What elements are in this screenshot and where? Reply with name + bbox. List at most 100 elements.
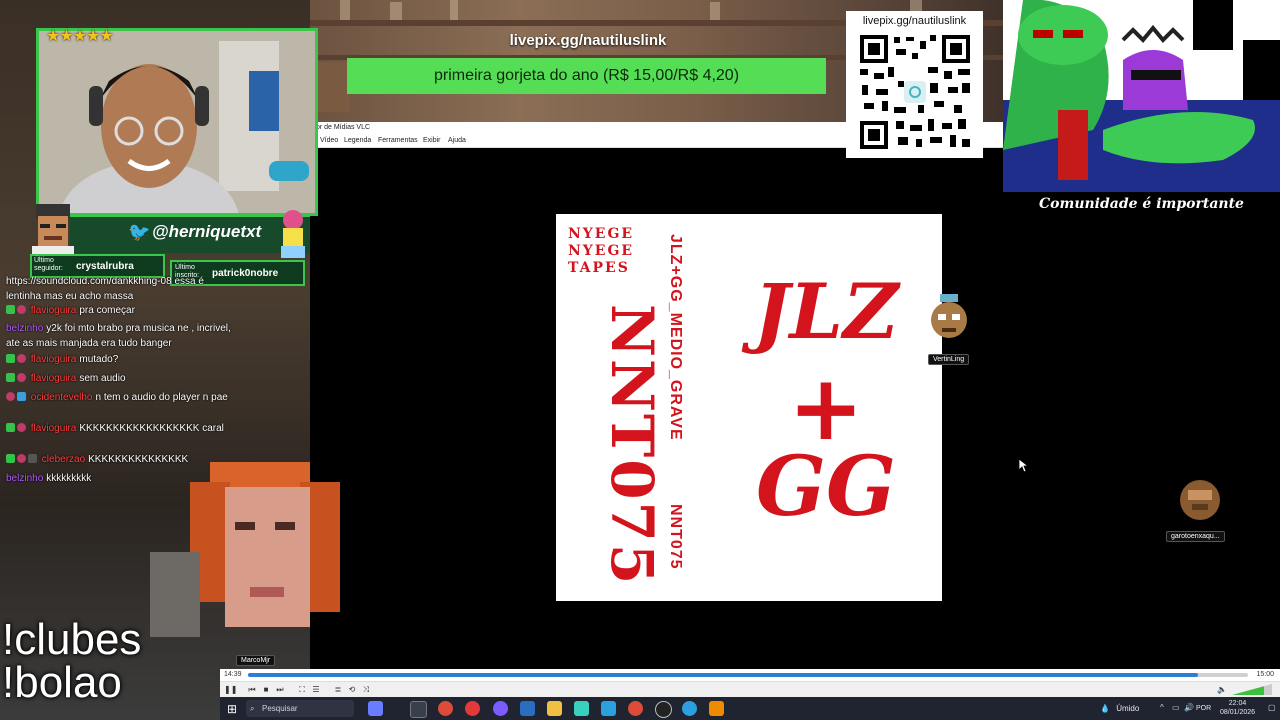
stop-icon[interactable]: ■ — [260, 684, 272, 695]
vlc-progress-row: 14:39 15:00 — [220, 669, 1280, 681]
chat-username[interactable]: flavioguira — [31, 423, 77, 434]
chat-text: KKKKKKKKKKKKKKK — [88, 454, 189, 465]
windows-taskbar: ⊞ ⌕ Pesquisar 💧 Úmido ^ ▭ 🔊 POR 22:04 08… — [220, 697, 1280, 720]
cartoon-caption: Comunidade é importante — [1003, 193, 1280, 215]
steam-icon[interactable] — [520, 701, 535, 716]
seek-bar[interactable] — [248, 673, 1248, 677]
chat-message: ocidentevelho n tem o audio do player n p… — [6, 390, 231, 405]
time-elapsed: 14:39 — [224, 671, 242, 678]
network-icon[interactable]: ▭ — [1172, 703, 1180, 712]
menu-tools[interactable]: Ferramentas — [378, 134, 418, 147]
chat-message: flavioguira pra começar — [6, 303, 231, 318]
viewer-avatar-icon — [931, 294, 967, 338]
chat-username[interactable]: cleberzao — [42, 454, 85, 465]
weather-widget[interactable]: 💧 Úmido — [1100, 697, 1139, 720]
mouse-cursor-icon — [1019, 459, 1029, 473]
chat-username[interactable]: ocidentevelho — [31, 392, 93, 403]
volume-slider[interactable] — [1232, 684, 1272, 695]
last-follower-label: Último seguidor: — [34, 257, 63, 272]
input-language[interactable]: POR — [1196, 697, 1211, 720]
qr-panel: livepix.gg/nautiluslink — [846, 11, 983, 158]
moderator-badge-icon — [6, 354, 15, 363]
vivaldi-icon[interactable] — [465, 701, 480, 716]
shuffle-icon[interactable]: ⤨ — [360, 684, 372, 695]
donation-alert: primeira gorjeta do ano (R$ 15,00/R$ 4,2… — [347, 58, 826, 94]
viewer-name-label: VertinLing — [928, 354, 970, 365]
menu-help[interactable]: Ajuda — [448, 134, 466, 147]
chat-message: belzinho y2k foi mto brabo pra musica ne … — [6, 321, 231, 351]
sub-badge-icon — [17, 354, 26, 363]
menu-video[interactable]: Vídeo — [320, 134, 338, 147]
tray-clock[interactable]: 22:04 08/01/2026 — [1220, 699, 1255, 717]
qr-code — [858, 33, 972, 151]
chat-message: flavioguira KKKKKKKKKKKKKKKKKK caral — [6, 421, 231, 436]
previous-icon[interactable]: ⏮ — [246, 684, 258, 695]
file-explorer-icon[interactable] — [547, 701, 562, 716]
seek-bar-fill — [248, 673, 1198, 677]
playlist-icon[interactable]: ≣ — [332, 684, 344, 695]
chat-text: https://soundcloud.com/dankkhing-08 essa… — [6, 276, 204, 302]
speaker-icon[interactable]: 🔊 — [1184, 703, 1194, 712]
next-icon[interactable]: ⏭ — [274, 684, 286, 695]
loop-icon[interactable]: ⟲ — [346, 684, 358, 695]
rating-stars: ★★★★★ — [46, 28, 114, 45]
moderator-badge-icon — [6, 305, 15, 314]
chrome-icon[interactable] — [438, 701, 453, 716]
droplet-icon: 💧 — [1100, 704, 1110, 713]
chat-message: https://soundcloud.com/dankkhing-08 essa… — [6, 274, 231, 304]
cartoon-image — [1003, 0, 1280, 192]
tray-chevron-icon[interactable]: ^ — [1160, 703, 1164, 712]
obs-icon[interactable] — [655, 701, 672, 718]
album-artist-jlz: JLZ — [753, 267, 899, 356]
last-follower-name: crystalrubra — [76, 261, 134, 272]
menu-view[interactable]: Exibir — [423, 134, 441, 147]
chat-username[interactable]: flavioguira — [31, 305, 77, 316]
command-bolao: !bolao — [2, 658, 122, 707]
pen-app-icon[interactable] — [368, 701, 383, 716]
chat-text: n tem o audio do player n pae — [95, 392, 228, 403]
search-placeholder: Pesquisar — [262, 704, 298, 713]
viewer-name-label: garotoenxaqu... — [1166, 531, 1225, 542]
notes-icon[interactable] — [574, 701, 589, 716]
task-view-icon[interactable] — [410, 701, 427, 718]
chat-username[interactable]: belzinho — [6, 323, 43, 334]
moderator-badge-icon — [6, 454, 15, 463]
chat-text: kkkkkkkkk — [46, 473, 92, 484]
pixel-mascot-icon — [281, 210, 305, 258]
sub-badge-icon — [17, 454, 26, 463]
album-catalog-large: NNT075 — [598, 304, 666, 587]
vlc-controls: ❚❚ ⏮ ■ ⏭ ⛶ ☰ ≣ ⟲ ⤨ 🔈 — [220, 681, 1280, 698]
fullscreen-icon[interactable]: ⛶ — [296, 684, 308, 695]
menu-subtitle[interactable]: Legenda — [344, 134, 371, 147]
chat-commands: !clubes !bolao — [2, 618, 141, 707]
clock-time: 22:04 — [1228, 700, 1247, 707]
moderator-badge-icon — [6, 423, 15, 432]
sub-badge-icon — [17, 305, 26, 314]
taskbar-search[interactable]: ⌕ Pesquisar — [246, 700, 354, 717]
clock-date: 08/01/2026 — [1220, 709, 1256, 716]
chat-message: flavioguira mutado? — [6, 352, 231, 367]
chrome-profile-icon[interactable] — [628, 701, 643, 716]
notification-icon[interactable]: ▢ — [1268, 703, 1276, 712]
sub-badge-icon — [17, 423, 26, 432]
telegram-icon[interactable] — [601, 701, 616, 716]
webcam-feed — [36, 28, 318, 216]
time-total: 15:00 — [1256, 671, 1274, 678]
chat-username[interactable]: belzinho — [6, 473, 43, 484]
extended-settings-icon[interactable]: ☰ — [310, 684, 322, 695]
viewer-avatar-icon — [1180, 480, 1220, 520]
twitter-bird-icon: 🐦 — [128, 222, 151, 242]
donation-url: livepix.gg/nautiluslink — [509, 32, 667, 49]
pause-icon[interactable]: ❚❚ — [224, 684, 237, 695]
viewer-name-label: MarcoMjr — [236, 655, 276, 666]
discord-icon[interactable] — [493, 701, 508, 716]
moderator-badge-icon — [6, 373, 15, 382]
windows-start-icon[interactable]: ⊞ — [224, 701, 240, 717]
vlc-icon[interactable] — [709, 701, 724, 716]
chat-username[interactable]: flavioguira — [31, 373, 77, 384]
mute-icon[interactable]: 🔈 — [1216, 684, 1228, 695]
browser-icon[interactable] — [682, 701, 697, 716]
chat-username[interactable]: flavioguira — [31, 354, 77, 365]
chat-text: sem audio — [79, 373, 126, 384]
sub-badge-icon — [17, 373, 26, 382]
